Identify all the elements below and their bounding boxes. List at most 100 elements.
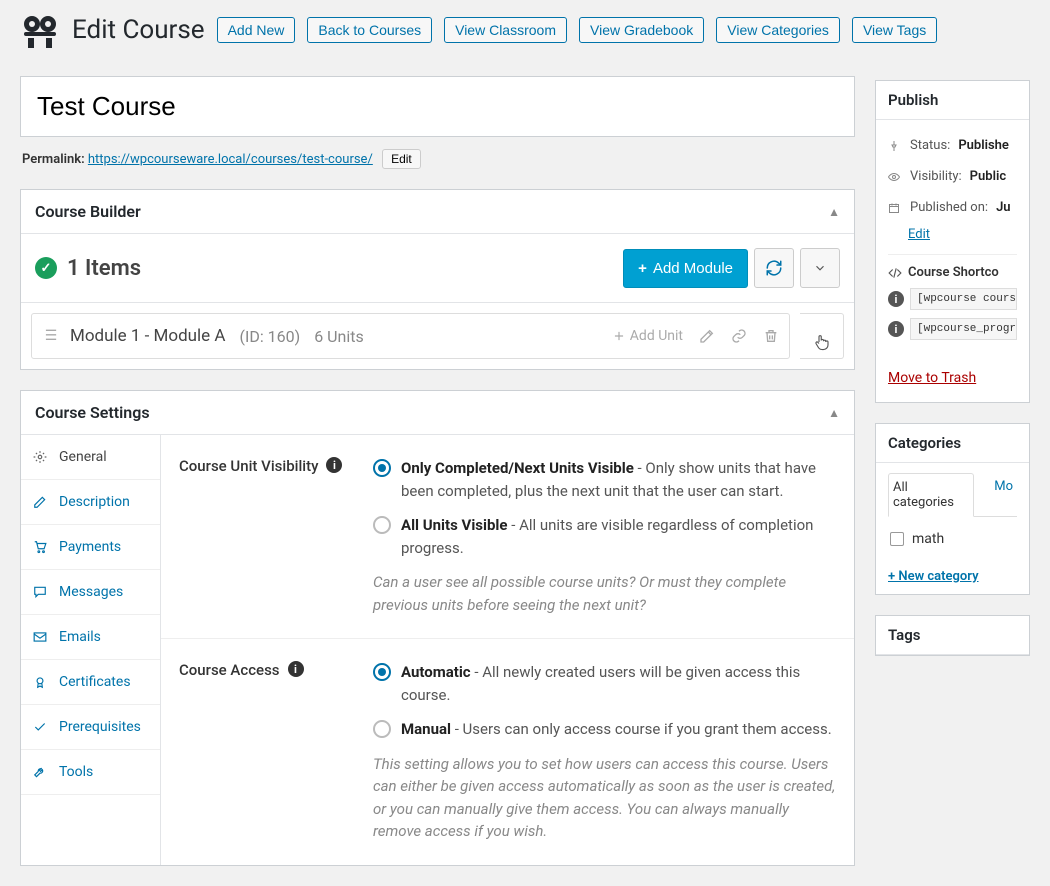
panel-collapse-icon: ▲ [828,205,840,219]
add-new-category-link[interactable]: + New category [888,569,979,584]
setting-course-access: Course Access i Automatic - All newly cr… [161,639,854,865]
course-settings-heading: Course Settings [35,403,150,422]
tab-payments[interactable]: Payments [21,525,160,570]
permalink-label: Permalink: [22,152,85,167]
module-units: 6 Units [314,327,364,346]
visibility-row: Visibility: Public [888,161,1017,192]
access-help: This setting allows you to set how users… [373,753,836,843]
checkbox-icon[interactable] [890,532,904,546]
course-title-panel [20,76,855,137]
envelope-icon [33,630,49,644]
code-icon [888,266,902,280]
page-title: Edit Course [72,15,205,45]
refresh-button[interactable] [754,248,794,288]
info-icon[interactable]: i [888,291,904,307]
calendar-icon [888,202,902,214]
course-settings-header[interactable]: Course Settings ▲ [21,391,854,435]
tab-description[interactable]: Description [21,480,160,525]
certificate-icon [33,675,49,689]
visibility-option-all[interactable]: All Units Visible - All units are visibl… [373,514,836,559]
module-toggle[interactable] [800,313,844,359]
tab-label: Messages [59,584,123,600]
view-gradebook-button[interactable]: View Gradebook [579,17,704,43]
back-to-courses-button[interactable]: Back to Courses [307,17,432,43]
drag-handle-icon[interactable]: ☰ [42,328,60,344]
radio-icon [373,516,391,534]
access-label: Course Access [179,661,280,679]
tab-label: Description [59,494,130,510]
link-module-icon[interactable] [731,328,747,344]
add-module-label: Add Module [653,260,733,277]
settings-tabs: General Description Payments Messages [21,435,161,865]
gear-icon [33,450,49,464]
course-builder-header[interactable]: Course Builder ▲ [21,190,854,234]
tab-certificates[interactable]: Certificates [21,660,160,705]
category-item-math[interactable]: math [888,527,1017,551]
module-title: Module 1 - Module A [70,326,226,346]
course-title-input[interactable] [21,77,854,136]
shortcodes-heading: Course Shortco [908,265,999,280]
permalink-row: Permalink: https://wpcourseware.local/co… [20,137,855,169]
visibility-label: Visibility: [910,169,962,184]
course-builder-panel: Course Builder ▲ ✓ 1 Items + Add Module [20,189,855,370]
tab-tools[interactable]: Tools [21,750,160,795]
setting-unit-visibility: Course Unit Visibility i Only Completed/… [161,435,854,639]
tab-most-used[interactable]: Mo [990,473,1017,516]
view-tags-button[interactable]: View Tags [852,17,937,43]
move-to-trash-link[interactable]: Move to Trash [888,370,976,386]
permalink-link[interactable]: https://wpcourseware.local/courses/test-… [88,152,373,167]
app-gear-icon [20,10,60,50]
tags-panel: Tags [875,615,1030,656]
expand-all-button[interactable] [800,248,840,288]
add-new-button[interactable]: Add New [217,17,296,43]
access-option-automatic[interactable]: Automatic - All newly created users will… [373,661,836,706]
shortcode-row-1: i [wpcourse course="3 [888,288,1017,310]
shortcode-2[interactable]: [wpcourse_progress c [910,318,1017,340]
permalink-edit-button[interactable]: Edit [382,149,421,169]
tab-prerequisites[interactable]: Prerequisites [21,705,160,750]
info-icon[interactable]: i [288,661,304,677]
radio-icon [373,720,391,738]
edit-module-icon[interactable] [699,328,715,344]
tab-all-categories[interactable]: All categories [888,473,974,517]
shortcodes-heading-row: Course Shortco [888,254,1017,280]
opt-title: Automatic [401,663,471,681]
message-icon [33,585,49,599]
opt-desc: - Users can only access course if you gr… [451,720,832,738]
publish-panel: Publish Status: Publishe Visibility: Pub… [875,80,1030,403]
tab-general[interactable]: General [21,435,160,480]
tab-label: General [59,449,107,465]
add-unit-button[interactable]: Add Unit [612,328,683,344]
access-option-manual[interactable]: Manual - Users can only access course if… [373,718,836,741]
publish-heading: Publish [876,81,1029,120]
status-label: Status: [910,138,950,153]
published-row: Published on: Ju [888,192,1017,223]
pencil-square-icon [33,495,49,509]
info-icon[interactable]: i [888,321,904,337]
builder-top-row: ✓ 1 Items + Add Module [21,234,854,303]
items-count: ✓ 1 Items [35,256,141,281]
builder-actions: + Add Module [623,248,840,288]
radio-icon [373,663,391,681]
pin-icon [888,140,902,152]
module-id: (ID: 160) [240,327,301,346]
tab-label: Tools [59,764,93,780]
category-tabs: All categories Mo [888,473,1017,517]
tab-label: Certificates [59,674,131,690]
items-count-label: 1 Items [67,256,141,281]
page-header: Edit Course Add New Back to Courses View… [0,0,1050,60]
visibility-option-completed[interactable]: Only Completed/Next Units Visible - Only… [373,457,836,502]
opt-title: Manual [401,720,451,738]
publish-edit-link[interactable]: Edit [908,227,930,242]
shortcode-1[interactable]: [wpcourse course="3 [910,288,1017,310]
tab-messages[interactable]: Messages [21,570,160,615]
add-module-button[interactable]: + Add Module [623,249,748,288]
view-classroom-button[interactable]: View Classroom [444,17,567,43]
tab-emails[interactable]: Emails [21,615,160,660]
tab-label: Payments [59,539,121,555]
delete-module-icon[interactable] [763,328,779,344]
check-icon [33,720,49,734]
panel-collapse-icon: ▲ [828,406,840,420]
view-categories-button[interactable]: View Categories [716,17,840,43]
info-icon[interactable]: i [326,457,342,473]
